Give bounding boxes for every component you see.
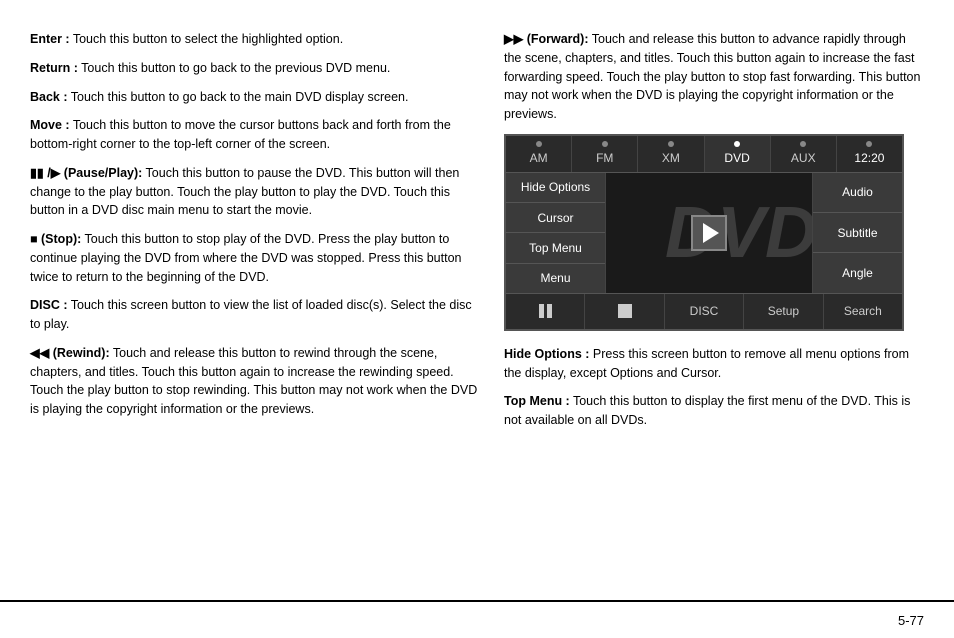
- dvd-label: DVD: [724, 151, 749, 165]
- dvd-middle: Hide Options Cursor Top Menu Menu DVD Au…: [506, 173, 902, 293]
- page-number: 5-77: [898, 613, 924, 628]
- rewind-label: ◀◀ (Rewind):: [30, 346, 110, 360]
- back-text: Touch this button to go back to the main…: [68, 90, 409, 104]
- disc-label: DISC :: [30, 298, 68, 312]
- dvd-dot: [734, 141, 740, 147]
- time-label: 12:20: [854, 151, 884, 165]
- menu-button[interactable]: Menu: [506, 264, 605, 293]
- dvd-center: DVD: [606, 173, 812, 293]
- left-column: Enter : Touch this button to select the …: [30, 30, 484, 580]
- fm-label: FM: [596, 151, 613, 165]
- audio-button[interactable]: Audio: [813, 173, 902, 213]
- pause-button[interactable]: [506, 294, 585, 329]
- hide-options-label: Hide Options :: [504, 347, 589, 361]
- move-label: Move :: [30, 118, 70, 132]
- enter-para: Enter : Touch this button to select the …: [30, 30, 484, 49]
- back-label: Back :: [30, 90, 68, 104]
- pauseplay-para: ▮▮ /▶ (Pause/Play): Touch this button to…: [30, 164, 484, 220]
- disc-text: Touch this screen button to view the lis…: [30, 298, 472, 331]
- dvd-right-btns: Audio Subtitle Angle: [812, 173, 902, 293]
- disc-button[interactable]: DISC: [665, 294, 744, 329]
- angle-button[interactable]: Angle: [813, 253, 902, 292]
- dvd-top-bar: AM FM XM DVD AUX: [506, 136, 902, 173]
- back-para: Back : Touch this button to go back to t…: [30, 88, 484, 107]
- dvd-btn-dvd[interactable]: DVD: [705, 136, 771, 172]
- disc-para: DISC : Touch this screen button to view …: [30, 296, 484, 334]
- move-text: Touch this button to move the cursor but…: [30, 118, 451, 151]
- setup-button[interactable]: Setup: [744, 294, 823, 329]
- dvd-btn-am[interactable]: AM: [506, 136, 572, 172]
- forward-para: ▶▶ (Forward): Touch and release this but…: [504, 30, 924, 124]
- time-dot: [866, 141, 872, 147]
- top-menu-para: Top Menu : Touch this button to display …: [504, 392, 924, 430]
- dvd-play-button[interactable]: [691, 215, 727, 251]
- stop-icon: [618, 304, 632, 318]
- dvd-btn-aux[interactable]: AUX: [771, 136, 837, 172]
- hide-options-button[interactable]: Hide Options: [506, 173, 605, 203]
- play-triangle-icon: [703, 223, 719, 243]
- dvd-screen: AM FM XM DVD AUX: [504, 134, 904, 331]
- pause-icon: [539, 304, 552, 318]
- pause-bar-right: [547, 304, 552, 318]
- stop-para: ■ (Stop): Touch this button to stop play…: [30, 230, 484, 286]
- dvd-bottom-bar: DISC Setup Search: [506, 293, 902, 329]
- dvd-btn-fm[interactable]: FM: [572, 136, 638, 172]
- right-column: ▶▶ (Forward): Touch and release this but…: [504, 30, 924, 580]
- disc-button-label: DISC: [690, 302, 719, 320]
- am-label: AM: [530, 151, 548, 165]
- stop-button[interactable]: [585, 294, 664, 329]
- setup-button-label: Setup: [768, 302, 799, 320]
- enter-label: Enter :: [30, 32, 70, 46]
- move-para: Move : Touch this button to move the cur…: [30, 116, 484, 154]
- xm-dot: [668, 141, 674, 147]
- xm-label: XM: [662, 151, 680, 165]
- search-button[interactable]: Search: [824, 294, 902, 329]
- dvd-btn-xm[interactable]: XM: [638, 136, 704, 172]
- pause-bar-left: [539, 304, 544, 318]
- return-label: Return :: [30, 61, 78, 75]
- pauseplay-label: ▮▮ /▶ (Pause/Play):: [30, 166, 142, 180]
- return-para: Return : Touch this button to go back to…: [30, 59, 484, 78]
- aux-label: AUX: [791, 151, 816, 165]
- stop-label: ■ (Stop):: [30, 232, 81, 246]
- rewind-para: ◀◀ (Rewind): Touch and release this butt…: [30, 344, 484, 419]
- am-dot: [536, 141, 542, 147]
- subtitle-button[interactable]: Subtitle: [813, 213, 902, 253]
- aux-dot: [800, 141, 806, 147]
- page-footer: 5-77: [0, 600, 954, 638]
- dvd-logo-text: DVD: [665, 179, 812, 287]
- cursor-button[interactable]: Cursor: [506, 203, 605, 233]
- enter-text: Touch this button to select the highligh…: [70, 32, 344, 46]
- top-menu-button[interactable]: Top Menu: [506, 233, 605, 263]
- fm-dot: [602, 141, 608, 147]
- hide-options-para: Hide Options : Press this screen button …: [504, 345, 924, 383]
- forward-label: ▶▶ (Forward):: [504, 32, 589, 46]
- top-menu-label: Top Menu :: [504, 394, 570, 408]
- dvd-btn-time: 12:20: [837, 136, 902, 172]
- return-text: Touch this button to go back to the prev…: [78, 61, 390, 75]
- search-button-label: Search: [844, 302, 882, 320]
- dvd-left-btns: Hide Options Cursor Top Menu Menu: [506, 173, 606, 293]
- stop-text: Touch this button to stop play of the DV…: [30, 232, 461, 284]
